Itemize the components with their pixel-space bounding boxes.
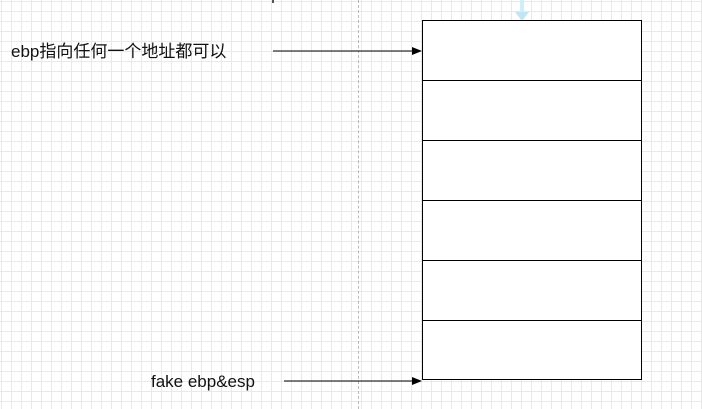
connector-arrows <box>273 47 422 385</box>
diagram-canvas: ebp指向任何一个地址都可以 fake ebp&esp <box>0 0 702 409</box>
